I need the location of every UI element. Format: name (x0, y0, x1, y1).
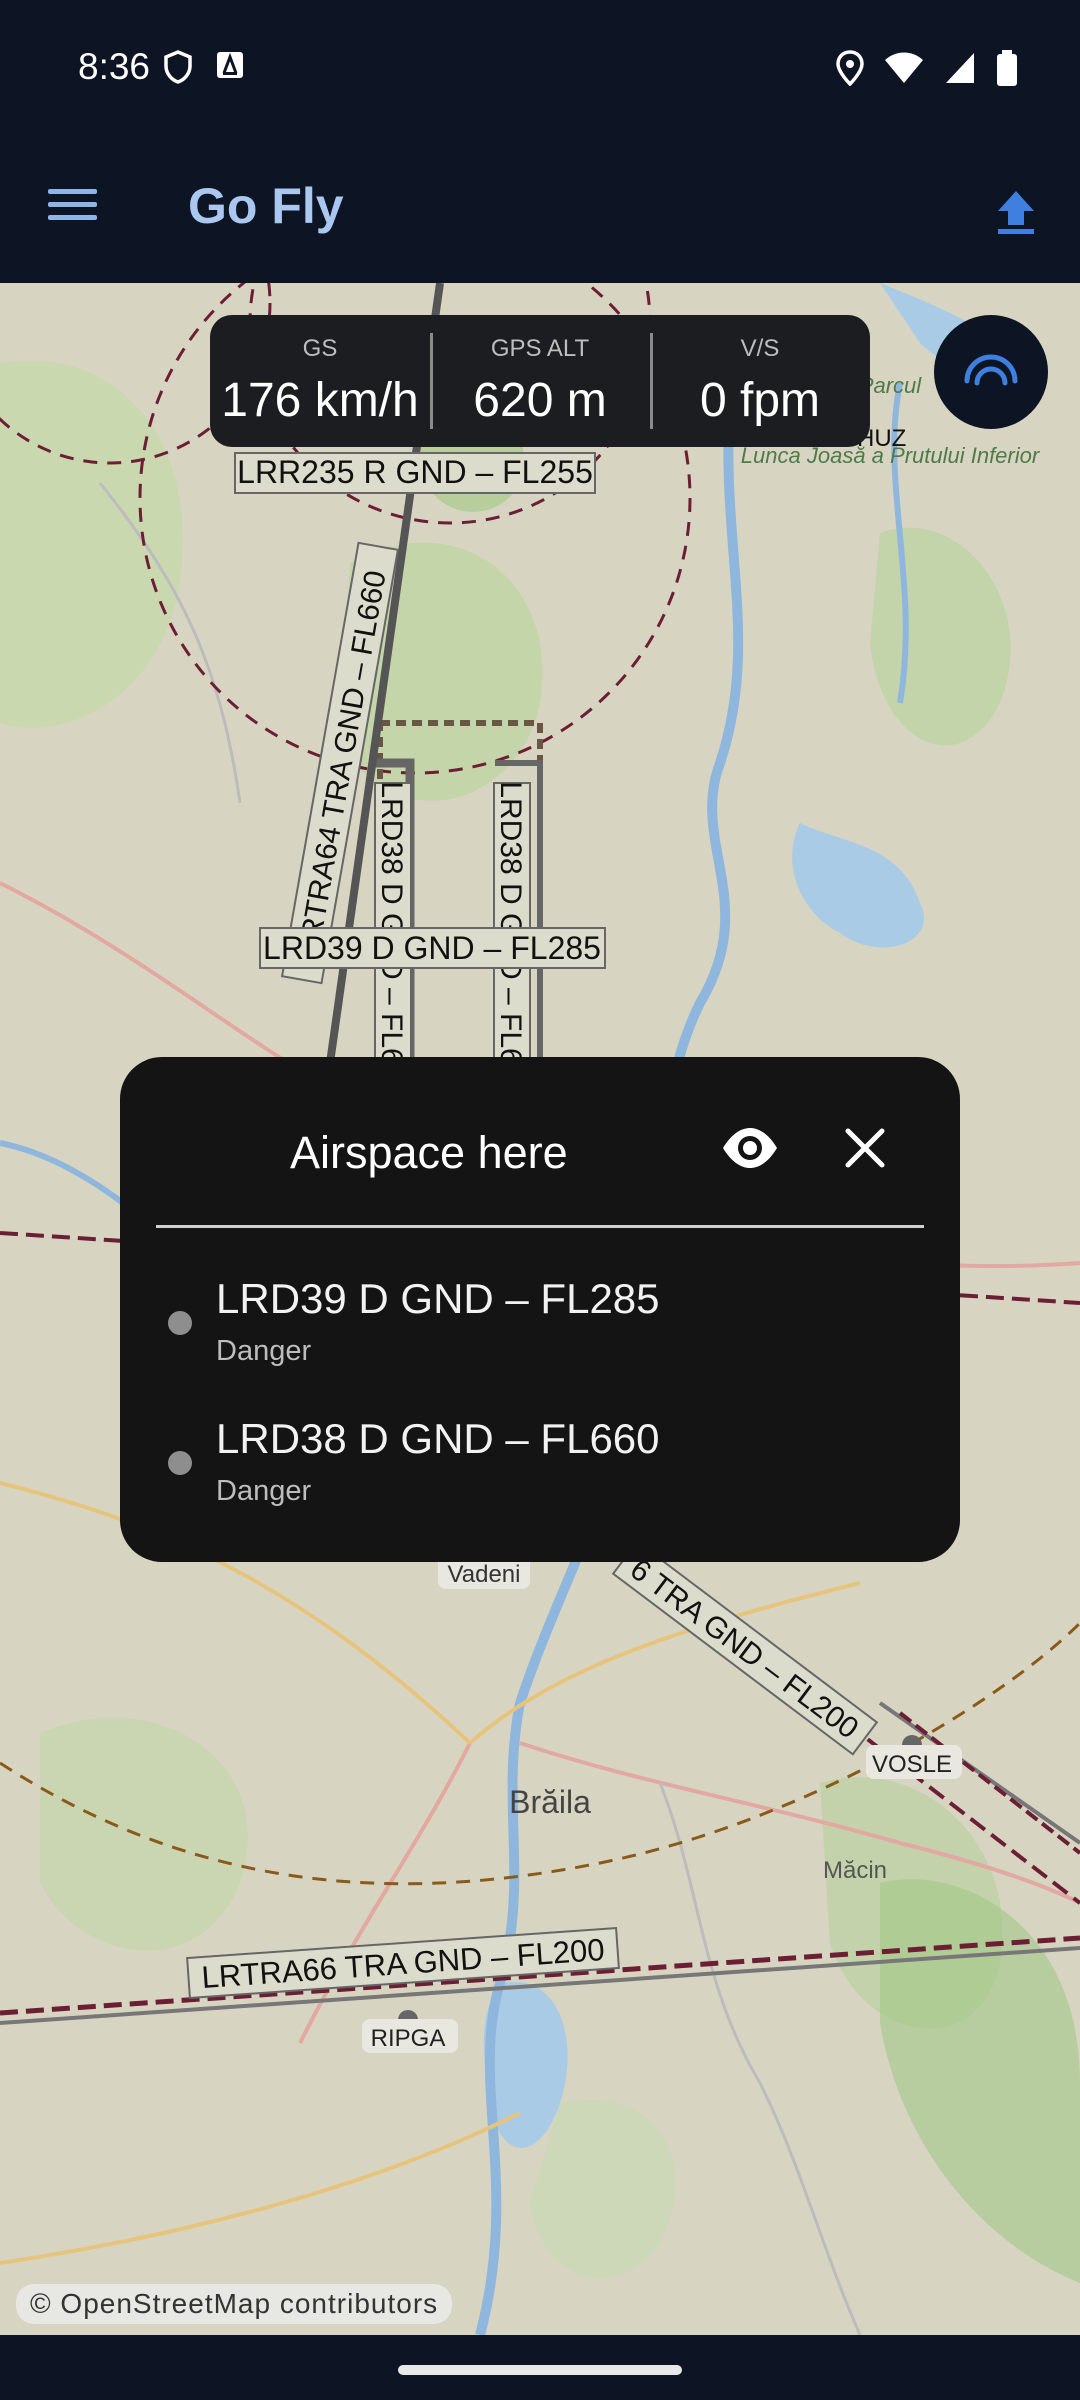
radar-icon (964, 354, 1018, 386)
svg-text:LRR235 R GND – FL255: LRR235 R GND – FL255 (237, 454, 593, 490)
instrument-gs: GS 176 km/h (221, 335, 419, 427)
svg-text:LRD39 D GND – FL285: LRD39 D GND – FL285 (263, 930, 601, 966)
svg-text:LRD38 D GND – FL6: LRD38 D GND – FL6 (494, 781, 527, 1064)
svg-text:LRD38 D GND – FL6: LRD38 D GND – FL6 (375, 781, 408, 1064)
flight-instruments: GS 176 km/h GPS ALT 620 m V/S 0 fpm (210, 315, 870, 447)
menu-button[interactable] (44, 181, 100, 237)
airspace-label-lrd39: LRD39 D GND – FL285 (259, 927, 606, 969)
wifi-icon (885, 52, 923, 83)
battery-icon (997, 50, 1017, 86)
status-dot (168, 1311, 192, 1335)
navigation-bar (0, 2335, 1080, 2400)
home-handle[interactable] (398, 2365, 682, 2375)
airspace-label-lrd38-b: LRD38 D GND – FL6 (493, 781, 531, 1065)
airspace-label-lrr235: LRR235 R GND – FL255 (234, 452, 596, 494)
app-bar: Go Fly (0, 135, 1080, 283)
instrument-gps-alt: GPS ALT 620 m (430, 315, 650, 447)
eye-icon (723, 1128, 777, 1168)
map-attribution[interactable]: © OpenStreetMap contributors (16, 2284, 453, 2324)
radar-button[interactable] (934, 315, 1048, 429)
airspace-type: Danger (216, 1475, 312, 1507)
location-icon (836, 50, 864, 86)
svg-text:Vadeni: Vadeni (448, 1561, 521, 1588)
svg-text:RIPGA: RIPGA (371, 2025, 446, 2052)
svg-text:VOSLE: VOSLE (872, 1751, 952, 1778)
city-label: Brăila (509, 1784, 591, 1820)
close-icon (845, 1128, 885, 1168)
visibility-button[interactable] (720, 1125, 780, 1171)
popup-title: Airspace here (290, 1127, 568, 1178)
status-dot (168, 1451, 192, 1475)
airspace-item[interactable]: LRD39 D GND – FL285 Danger (120, 1267, 960, 1367)
status-bar: 8:36 (0, 0, 1080, 135)
popup-divider (156, 1225, 924, 1228)
airspace-popup: Airspace here LRD39 D GND – FL285 Danger… (120, 1057, 960, 1562)
keyboard-icon (217, 52, 243, 78)
close-button[interactable] (840, 1123, 890, 1173)
airspace-name: LRD39 D GND – FL285 (216, 1275, 660, 1322)
app-title: Go Fly (188, 178, 344, 234)
airspace-name: LRD38 D GND – FL660 (216, 1415, 660, 1462)
upload-icon (998, 191, 1034, 234)
shield-icon (164, 50, 192, 84)
instrument-vs: V/S 0 fpm (650, 315, 870, 447)
signal-icon (946, 53, 974, 83)
airspace-item[interactable]: LRD38 D GND – FL660 Danger (120, 1407, 960, 1507)
town-label: Măcin (823, 1857, 887, 1884)
airspace-type: Danger (216, 1335, 312, 1367)
upload-button[interactable] (988, 183, 1044, 239)
airspace-label-lrd38-a: LRD38 D GND – FL6 (374, 781, 412, 1065)
status-time: 8:36 (78, 46, 151, 87)
